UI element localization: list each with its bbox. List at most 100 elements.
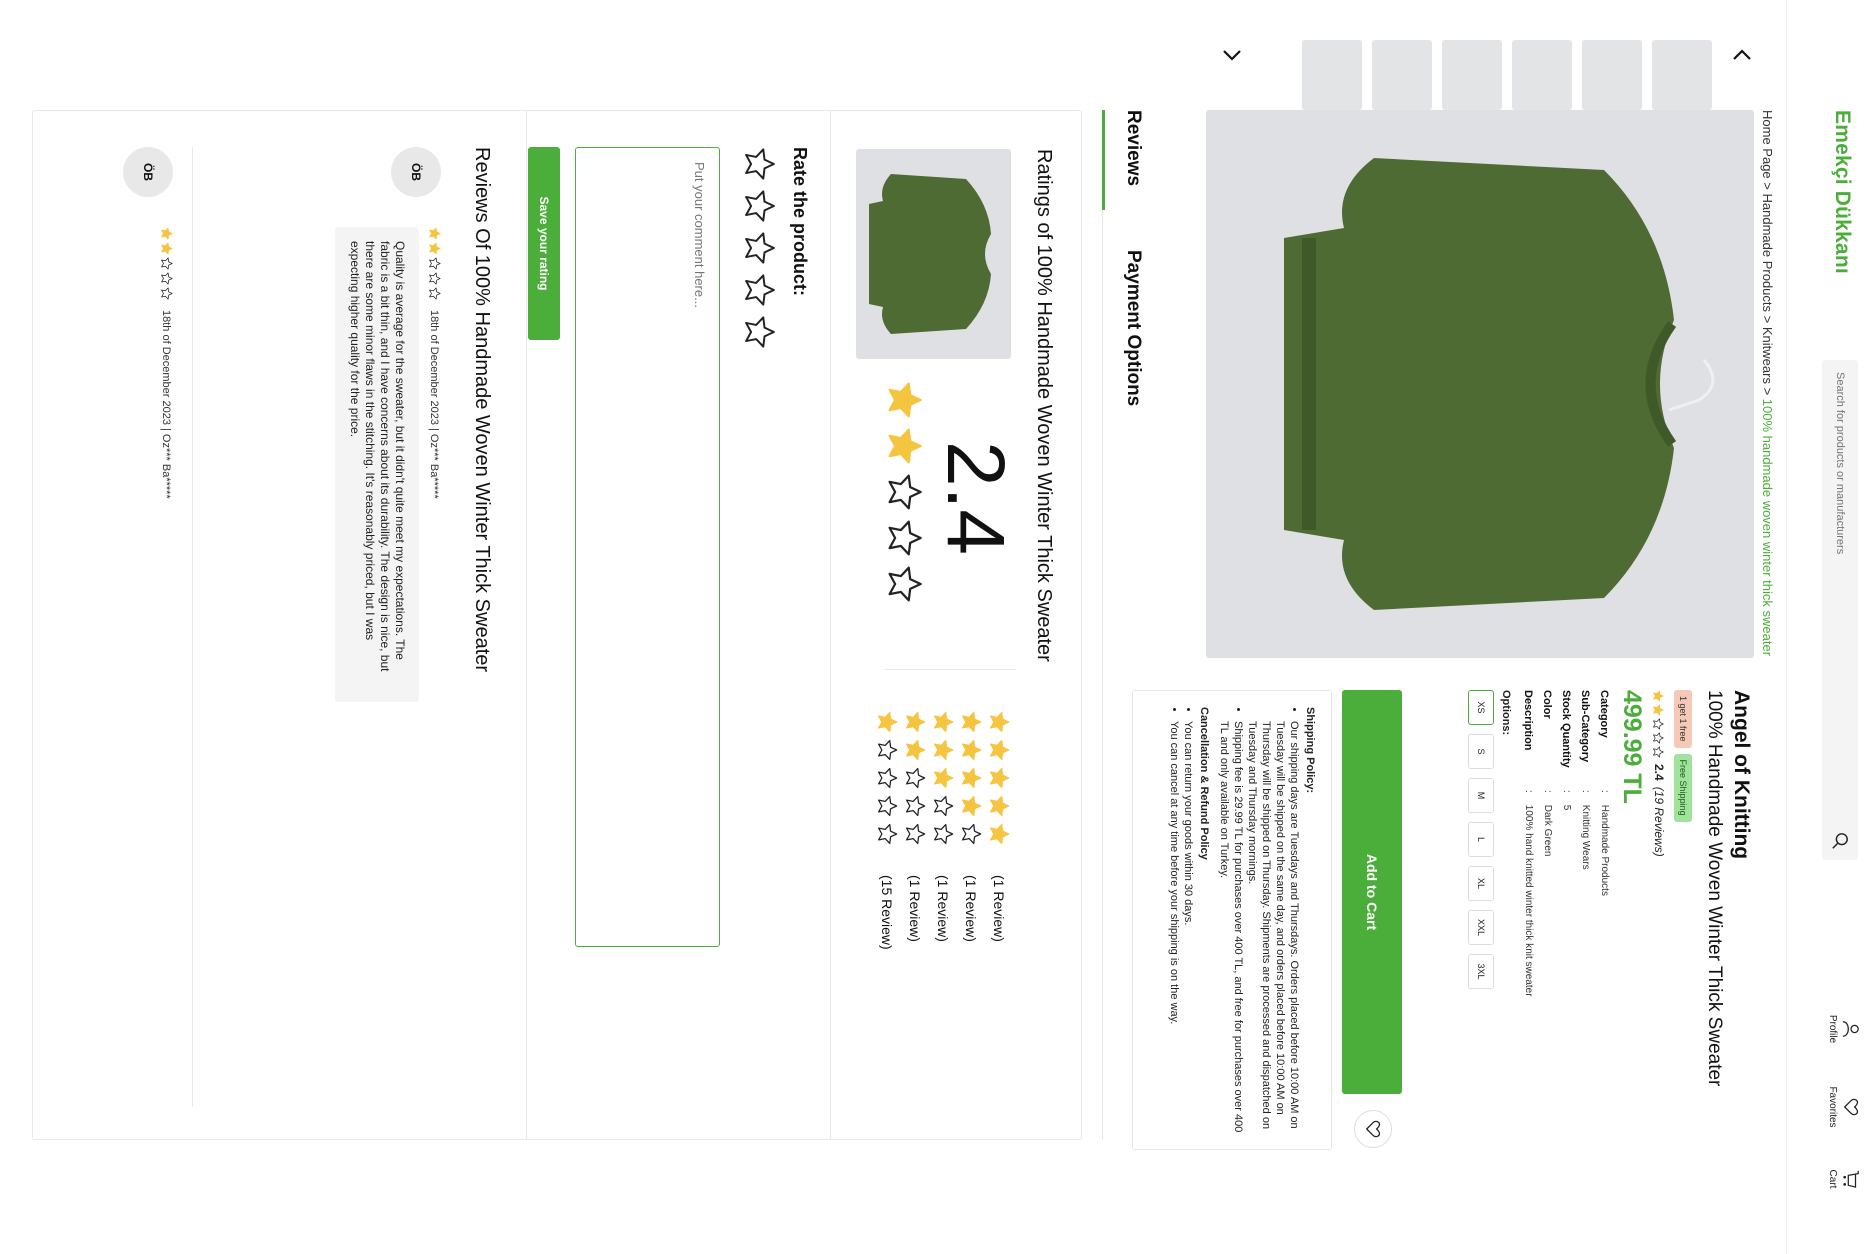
gallery-next-button[interactable] [1220,40,1244,70]
star-filled-icon [990,795,1010,817]
breadcrumb-handmade[interactable]: Handmade Products [1760,194,1775,313]
heart-icon [1843,1098,1859,1116]
chevron-left-icon [1733,49,1751,60]
gallery-thumbnail[interactable] [1302,40,1362,110]
size-option-l[interactable]: L [1468,822,1494,857]
star-empty-icon [962,823,982,845]
favorites-link[interactable]: Favorites [1827,1082,1860,1132]
rate-stars-input[interactable] [742,147,776,349]
star-empty-icon [888,566,922,602]
spec-description: Description:100% hand knitted winter thi… [1522,690,1534,997]
star-filled-icon [1653,704,1664,716]
star-empty-icon [429,257,441,270]
star-empty-icon [161,287,173,300]
star-filled-icon [878,711,898,733]
save-rating-button[interactable]: Save your rating [528,147,560,340]
star-filled-icon [888,428,922,464]
favorites-label: Favorites [1827,1086,1838,1128]
shop-name[interactable]: Angel of Knitting [1728,690,1754,1150]
distribution-count: (1 Review) [935,875,951,942]
spec-subcategory: Sub-Category: Knitting Wears [1579,690,1591,870]
distribution-row-2[interactable]: (1 Review) [901,711,929,950]
breadcrumb-knitwears[interactable]: Knitwears [1760,327,1775,384]
star-empty-icon [161,272,173,285]
breadcrumb-home[interactable]: Home Page [1760,110,1775,179]
star-filled-icon [161,242,173,255]
size-option-xs[interactable]: XS [1468,690,1494,725]
search-input[interactable] [1822,360,1858,820]
spec-value: Dark Green [1542,804,1553,857]
product-price: 499.99 TL [1618,690,1646,804]
gallery-thumbnail[interactable] [1442,40,1502,110]
distribution-count: (1 Review) [963,875,979,942]
gallery-prev-button[interactable] [1730,40,1754,70]
site-logo[interactable]: Emekçi Dükkanı [1830,110,1854,274]
size-option-s[interactable]: S [1468,734,1494,769]
favorite-button[interactable] [1354,1110,1392,1148]
gallery-thumbnail[interactable] [1512,40,1572,110]
star-empty-icon [888,520,922,556]
size-option-xl[interactable]: XL [1468,866,1494,901]
star-empty-icon [1653,718,1664,730]
sweater-image [1284,158,1715,610]
distribution-row-1[interactable]: (15 Review) [873,711,901,950]
spec-value: Knitting Wears [1580,804,1591,870]
distribution-row-3[interactable]: (1 Review) [929,711,957,950]
star-empty-icon[interactable] [742,231,776,265]
star-empty-icon [888,474,922,510]
spec-color: Color: Dark Green [1541,690,1553,857]
ratings-title: Ratings of 100% Handmade Woven Winter Th… [1033,149,1055,662]
cart-link[interactable]: Cart [1827,1154,1860,1204]
distribution-row-4[interactable]: (1 Review) [957,711,985,950]
cancel-policy-title: Cancellation & Refund Policy [1198,707,1210,860]
shipping-policy-item: Shipping fee is 29.99 TL for purchases o… [1217,721,1245,1133]
star-empty-icon [906,767,926,789]
gallery-thumbnail[interactable] [1652,40,1712,110]
distribution-count: (1 Review) [907,875,923,942]
product-main-image [1206,110,1754,658]
star-empty-icon[interactable] [742,189,776,223]
size-option-m[interactable]: M [1468,778,1494,813]
tab-reviews[interactable]: Reviews [1102,110,1144,210]
spec-key: Description [1522,690,1534,751]
review-count[interactable]: (19 Reviews) [1652,787,1666,857]
distribution-count: (15 Review) [879,875,895,950]
star-empty-icon [878,739,898,761]
chevron-right-icon [1223,50,1241,61]
tab-payment-options[interactable]: Payment Options [1102,250,1144,406]
review-meta: 18th of December 2023 | Oz*** Ba***** [428,227,441,499]
search-icon[interactable] [1831,832,1849,850]
tab-bar: Reviews Payment Options [1102,110,1152,1140]
rate-stars[interactable] [745,147,775,349]
search-bar [1822,360,1858,860]
avatar: ÖB [123,147,173,197]
product-page: { "header": { "logo": "Emekçi Dükkanı", … [0,0,1872,1254]
comment-input[interactable] [575,147,720,947]
size-option-3xl[interactable]: 3XL [1468,954,1494,989]
star-empty-icon[interactable] [742,273,776,307]
spec-key: Sub-Category [1579,690,1591,763]
star-filled-icon [962,795,982,817]
spec-stock: Stock Quantity:5 [1560,690,1572,811]
cancel-policy-item: You can return your goods within 30 days… [1181,721,1195,1133]
profile-link[interactable]: Profile [1827,1004,1860,1054]
size-option-xxl[interactable]: XXL [1468,910,1494,945]
gallery-thumbnail[interactable] [1372,40,1432,110]
star-filled-icon [429,242,441,255]
average-stars [888,381,922,603]
cart-icon [1843,1170,1859,1188]
gallery-thumbnail[interactable] [1582,40,1642,110]
add-to-cart-button[interactable]: Add to Cart [1342,690,1402,1094]
user-icon [1842,1021,1859,1037]
average-rating-stars [885,381,923,603]
distribution-row-5[interactable]: (1 Review) [985,711,1013,950]
image-gallery [1206,0,1754,110]
avatar: ÖB [391,147,441,197]
star-filled-icon [906,711,926,733]
star-empty-icon [429,272,441,285]
distribution-stars [932,711,954,845]
star-empty-icon[interactable] [742,147,776,181]
cancel-policy-item: You can cancel at any time before your s… [1167,721,1181,1133]
distribution-count: (1 Review) [991,875,1007,942]
star-empty-icon[interactable] [742,315,776,349]
